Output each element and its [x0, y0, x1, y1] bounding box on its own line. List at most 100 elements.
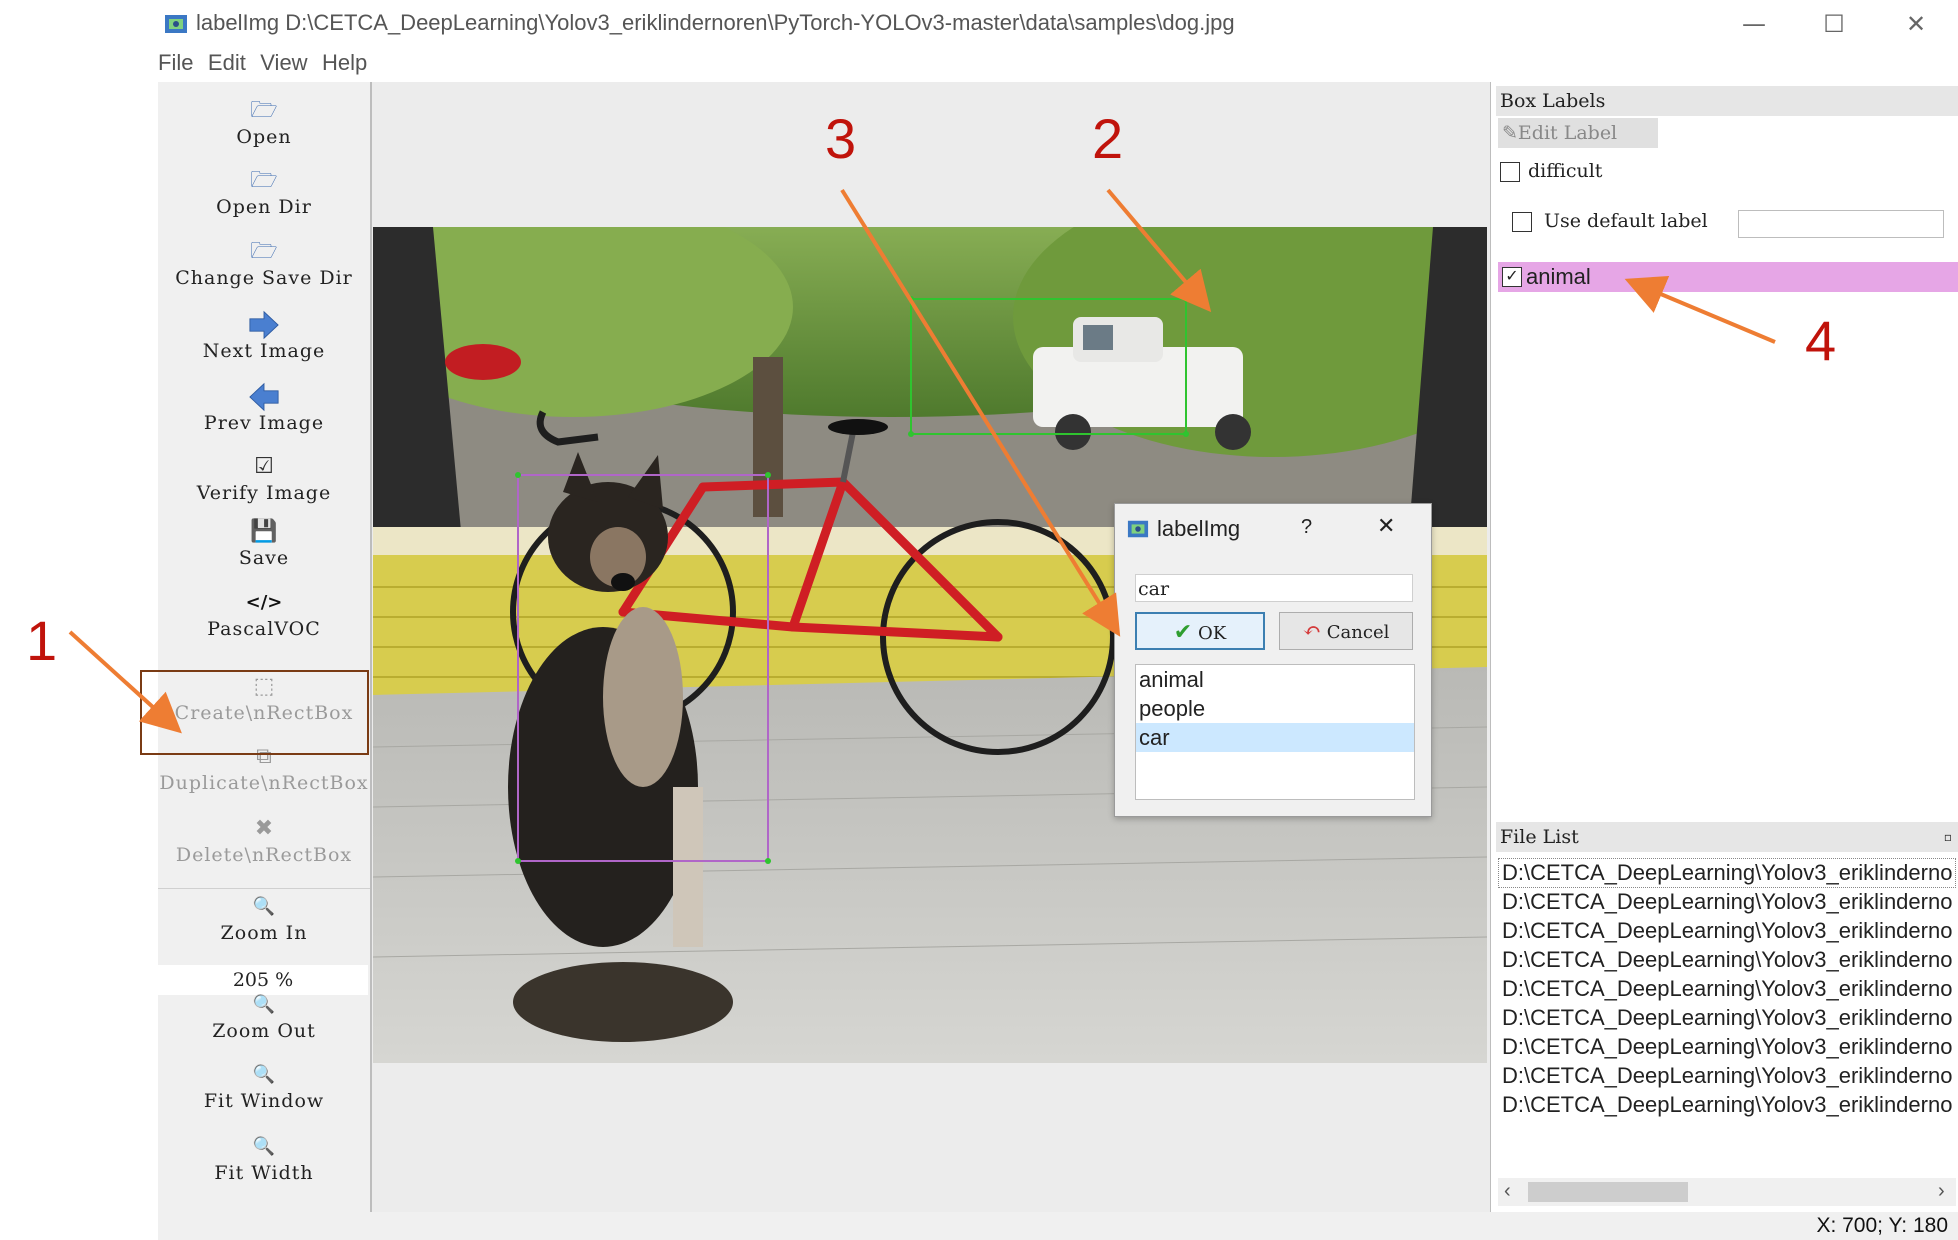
open-folder-icon: 🗁 — [250, 239, 278, 264]
label-dialog: labelImg ? ✕ car ✔ OK ↶ Cancel animal pe… — [1114, 503, 1432, 817]
dialog-close-button[interactable]: ✕ — [1377, 514, 1395, 539]
next-image-label: Next Image — [202, 340, 326, 362]
window-title: labelImg D:\CETCA_DeepLearning\Yolov3_er… — [196, 10, 1235, 35]
label-options-list[interactable]: animal people car — [1135, 664, 1415, 800]
prev-image-label: Prev Image — [203, 412, 325, 434]
minimize-button[interactable]: — — [1734, 6, 1774, 42]
file-list-item[interactable]: D:\CETCA_DeepLearning\Yolov3_eriklindern… — [1502, 889, 1952, 915]
undo-arrow-icon: ↶ — [1302, 619, 1322, 644]
file-list-item[interactable]: D:\CETCA_DeepLearning\Yolov3_eriklindern… — [1502, 918, 1952, 944]
open-label: Open — [236, 126, 292, 148]
file-list-item[interactable]: D:\CETCA_DeepLearning\Yolov3_eriklindern… — [1502, 860, 1952, 886]
file-list-title: File List ▫ — [1496, 822, 1958, 852]
cancel-label: Cancel — [1326, 622, 1390, 643]
maximize-button[interactable]: ☐ — [1814, 6, 1854, 42]
file-list-item[interactable]: D:\CETCA_DeepLearning\Yolov3_eriklindern… — [1502, 947, 1952, 973]
format-label: PascalVOC — [207, 618, 321, 640]
open-button[interactable]: 🗁 Open — [158, 96, 370, 148]
open-folder-icon: 🗁 — [250, 168, 278, 193]
dialog-title: labelImg — [1157, 516, 1241, 541]
menu-view[interactable]: View — [260, 50, 307, 75]
next-image-button[interactable]: Next Image — [158, 310, 370, 362]
use-default-label-text: Use default label — [1544, 210, 1708, 232]
verify-image-label: Verify Image — [196, 482, 332, 504]
delete-rectbox-label: Delete\nRectBox — [175, 844, 353, 866]
annotation-number-1: 1 — [26, 609, 58, 672]
difficult-label: difficult — [1528, 160, 1603, 182]
scroll-left-icon[interactable]: ‹ — [1504, 1180, 1511, 1203]
label-name: animal — [1526, 264, 1591, 289]
use-default-label-checkbox[interactable] — [1512, 212, 1532, 232]
edit-label-text: Edit Label — [1517, 122, 1618, 144]
highlight-box-create-rectbox — [140, 670, 369, 755]
dock-float-icon[interactable]: ▫ — [1944, 822, 1952, 852]
file-list-item[interactable]: D:\CETCA_DeepLearning\Yolov3_eriklindern… — [1502, 976, 1952, 1002]
delete-rectbox-button[interactable]: ✖ Delete\nRectBox — [158, 814, 370, 866]
change-save-dir-label: Change Save Dir — [175, 267, 353, 289]
menu-help[interactable]: Help — [322, 50, 367, 75]
annotation-number-4: 4 — [1805, 309, 1837, 372]
label-checkbox-checked[interactable]: ✓ — [1502, 267, 1522, 287]
annotation-number-3: 3 — [825, 107, 857, 170]
zoom-out-icon: 🔍 — [252, 994, 276, 1015]
floppy-disk-icon: 💾 — [250, 519, 278, 544]
save-label: Save — [238, 547, 290, 569]
label-option-people[interactable]: people — [1136, 694, 1414, 723]
close-button[interactable]: ✕ — [1896, 6, 1936, 42]
label-input[interactable]: car — [1135, 574, 1413, 602]
dialog-help-button[interactable]: ? — [1301, 516, 1312, 539]
ok-button[interactable]: ✔ OK — [1135, 612, 1265, 650]
fit-window-label: Fit Window — [203, 1090, 325, 1112]
menu-file[interactable]: File — [158, 50, 193, 75]
open-dir-label: Open Dir — [216, 196, 312, 218]
zoom-in-button[interactable]: 🔍 Zoom In — [158, 892, 370, 944]
menu-bar: File Edit View Help — [158, 50, 377, 80]
scroll-right-icon[interactable]: › — [1938, 1180, 1945, 1203]
labelimg-app-icon — [165, 15, 187, 33]
label-option-car[interactable]: car — [1136, 723, 1414, 752]
open-folder-icon: 🗁 — [250, 98, 278, 123]
edit-icon: ✎ — [1502, 122, 1518, 144]
prev-image-button[interactable]: Prev Image — [158, 382, 370, 434]
zoom-in-icon: 🔍 — [252, 896, 276, 917]
menu-edit[interactable]: Edit — [208, 50, 246, 75]
annotation-number-2: 2 — [1092, 107, 1124, 170]
difficult-checkbox[interactable] — [1500, 162, 1520, 182]
format-button[interactable]: </> PascalVOC — [158, 588, 370, 640]
zoom-out-label: Zoom Out — [212, 1020, 316, 1042]
status-bar: X: 700; Y: 180 — [158, 1212, 1958, 1240]
zoom-out-button[interactable]: 🔍 Zoom Out — [158, 990, 370, 1042]
arrow-left-icon — [249, 382, 279, 412]
fit-width-button[interactable]: 🔍 Fit Width — [158, 1132, 370, 1184]
file-list-item[interactable]: D:\CETCA_DeepLearning\Yolov3_eriklindern… — [1502, 1005, 1952, 1031]
fit-window-button[interactable]: 🔍 Fit Window — [158, 1060, 370, 1112]
left-toolbar: 🗁 Open 🗁 Open Dir 🗁 Change Save Dir Next… — [158, 82, 371, 1240]
fit-width-label: Fit Width — [214, 1162, 314, 1184]
file-list-item[interactable]: D:\CETCA_DeepLearning\Yolov3_eriklindern… — [1502, 1063, 1952, 1089]
scrollbar-thumb[interactable] — [1528, 1182, 1688, 1202]
labelimg-app-icon — [1127, 520, 1149, 538]
verify-image-button[interactable]: ☑ Verify Image — [158, 452, 370, 504]
label-list-item-animal[interactable]: ✓ animal — [1498, 262, 1958, 292]
delete-x-icon: ✖ — [254, 816, 274, 841]
cancel-button[interactable]: ↶ Cancel — [1279, 612, 1413, 650]
open-dir-button[interactable]: 🗁 Open Dir — [158, 166, 370, 218]
file-list-item[interactable]: D:\CETCA_DeepLearning\Yolov3_eriklindern… — [1502, 1092, 1952, 1118]
file-list-item[interactable]: D:\CETCA_DeepLearning\Yolov3_eriklindern… — [1502, 1034, 1952, 1060]
checkmark-icon: ✔ — [1173, 620, 1193, 645]
box-labels-title: Box Labels — [1496, 86, 1958, 116]
right-dock: Box Labels ✎Edit Label difficult Use def… — [1496, 82, 1958, 1212]
fit-window-icon: 🔍 — [252, 1064, 276, 1085]
fit-width-icon: 🔍 — [252, 1136, 276, 1157]
code-tag-icon: </> — [245, 592, 283, 613]
horizontal-scrollbar[interactable]: ‹ › — [1498, 1178, 1956, 1206]
change-save-dir-button[interactable]: 🗁 Change Save Dir — [158, 237, 370, 289]
checkbox-checked-icon: ☑ — [254, 454, 274, 479]
cursor-coordinates: X: 700; Y: 180 — [1816, 1214, 1948, 1237]
save-button[interactable]: 💾 Save — [158, 517, 370, 569]
zoom-in-label: Zoom In — [220, 922, 308, 944]
default-label-input[interactable] — [1738, 210, 1944, 238]
label-option-animal[interactable]: animal — [1136, 665, 1414, 694]
duplicate-rectbox-label: Duplicate\nRectBox — [159, 772, 369, 794]
edit-label-button[interactable]: ✎Edit Label — [1498, 118, 1658, 148]
